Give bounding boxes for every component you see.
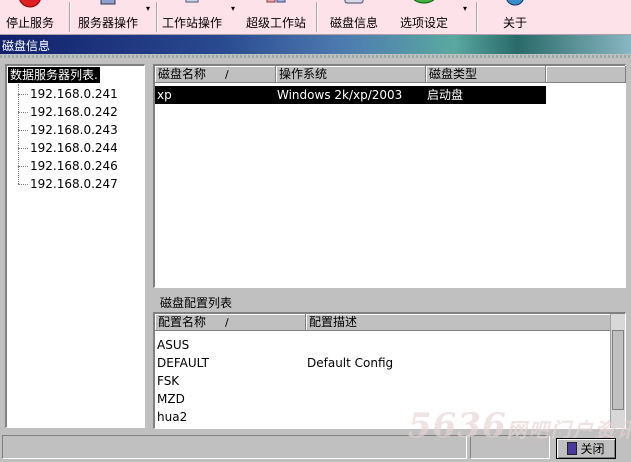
column-disk-name[interactable]: 磁盘名称 /: [155, 66, 276, 83]
toolbar-separator: [316, 2, 318, 32]
server-ops-dropdown-icon[interactable]: ▾: [146, 4, 150, 13]
disk-list[interactable]: 磁盘名称 / 操作系统 磁盘类型 xp Windows 2k/xp/2003 启…: [153, 64, 626, 288]
table-row[interactable]: FSK: [155, 372, 611, 390]
tree-connector: [18, 112, 28, 113]
server-icon: [100, 0, 116, 5]
workstation-ops-button[interactable]: 工作站操作: [158, 0, 226, 34]
sort-indicator-icon: /: [225, 68, 229, 81]
stop-icon: [19, 0, 41, 8]
super-workstation-button[interactable]: 超级工作站: [243, 0, 309, 34]
tree-connector: [18, 94, 28, 95]
column-config-name[interactable]: 配置名称 /: [155, 314, 306, 331]
super-workstation-icon: [266, 0, 286, 3]
door-icon: [567, 442, 578, 455]
options-icon: [413, 0, 435, 4]
options-dropdown-icon[interactable]: ▾: [463, 4, 467, 13]
stop-service-button[interactable]: 停止服务: [2, 0, 58, 34]
close-button[interactable]: 关闭: [556, 438, 616, 459]
config-list-label: 磁盘配置列表: [160, 296, 233, 310]
status-pane: [2, 435, 467, 459]
sort-indicator-icon: /: [225, 316, 229, 329]
table-row[interactable]: xp Windows 2k/xp/2003 启动盘: [155, 86, 546, 104]
toolbar-separator: [476, 2, 478, 32]
tree-root-server-list[interactable]: 数据服务器列表.: [8, 67, 100, 83]
tree-connector: [18, 148, 28, 149]
disk-info-button[interactable]: 磁盘信息: [326, 0, 382, 34]
tree-connector: [18, 84, 19, 184]
tree-connector: [18, 130, 28, 131]
workstation-icon: [185, 0, 199, 3]
column-filler: [546, 66, 626, 83]
workstation-ops-dropdown-icon[interactable]: ▾: [231, 4, 235, 13]
tree-connector: [18, 184, 28, 185]
scrollbar-thumb[interactable]: [612, 330, 624, 410]
options-button[interactable]: 选项设定: [396, 0, 452, 34]
disk-icon: [344, 0, 364, 4]
toolbar: 停止服务 服务器操作 ▾ 工作站操作 ▾ 超级工作站 磁盘信息 选项设定 ▾ 关…: [0, 0, 631, 35]
toolbar-separator: [69, 2, 71, 32]
column-disk-type[interactable]: 磁盘类型: [426, 66, 546, 83]
table-row[interactable]: ASUS: [155, 336, 611, 354]
column-config-desc[interactable]: 配置描述: [306, 314, 612, 331]
about-button[interactable]: 关于: [494, 0, 536, 34]
tree-connector: [18, 166, 28, 167]
about-icon: [506, 0, 524, 6]
server-ops-button[interactable]: 服务器操作: [74, 0, 142, 34]
window-title: 磁盘信息: [2, 39, 51, 53]
column-os[interactable]: 操作系统: [276, 66, 426, 83]
table-row[interactable]: DEFAULT Default Config: [155, 354, 611, 372]
server-tree[interactable]: 数据服务器列表. 192.168.0.241 192.168.0.242 192…: [5, 64, 145, 428]
window-title-bar: 磁盘信息: [0, 35, 631, 54]
title-divider: [0, 55, 631, 58]
